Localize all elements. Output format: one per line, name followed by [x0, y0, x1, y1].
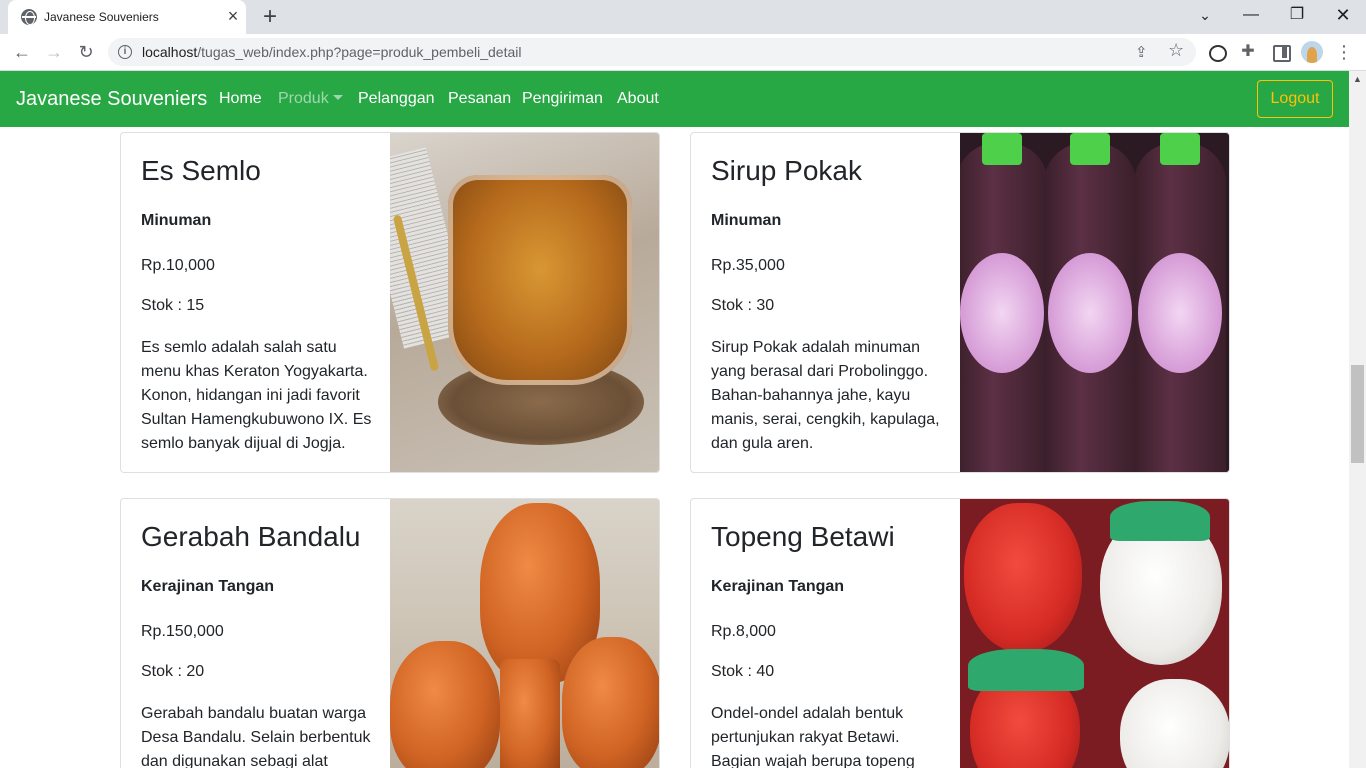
url-text[interactable]: localhost/tugas_web/index.php?page=produ… [142, 44, 521, 60]
product-category: Kerajinan Tangan [141, 578, 275, 595]
bottle-decor [1044, 133, 1136, 472]
product-card: Es Semlo Minuman Rp.10,000 Stok : 15 Es … [120, 132, 660, 473]
bookmark-star-icon[interactable]: ☆ [1168, 40, 1184, 61]
product-name: Topeng Betawi [711, 521, 895, 552]
url-path: /tugas_web/index.php?page=produk_pembeli… [197, 44, 522, 60]
mask-crown-decor [968, 649, 1084, 691]
browser-toolbar: ← → ↻ i localhost/tugas_web/index.php?pa… [0, 34, 1366, 71]
more-menu-icon[interactable]: ⋮ [1334, 40, 1354, 64]
bottle-cap-decor [1160, 133, 1200, 165]
product-category: Kerajinan Tangan [711, 578, 845, 595]
mask-crown-decor [1110, 501, 1210, 541]
nav-link-produk-label: Produk [278, 90, 329, 107]
product-description: Ondel-ondel adalah bentuk pertunjukan ra… [711, 705, 915, 768]
product-price: Rp.150,000 [141, 623, 224, 640]
product-category: Minuman [711, 212, 782, 229]
panda-extension-icon[interactable] [1204, 40, 1228, 64]
product-description: Es semlo adalah salah satu menu khas Ker… [141, 339, 372, 452]
site-info-icon[interactable]: i [118, 45, 132, 59]
address-bar[interactable]: i localhost/tugas_web/index.php?page=pro… [108, 38, 1196, 66]
share-icon[interactable]: ⇪ [1135, 43, 1148, 61]
red-mask-decor [964, 503, 1082, 653]
profile-avatar[interactable] [1301, 41, 1323, 63]
product-name: Sirup Pokak [711, 155, 862, 186]
back-arrow-icon[interactable]: ← [8, 38, 36, 66]
tab-title: Javanese Souveniers [44, 10, 159, 24]
bottle-cap-decor [1070, 133, 1110, 165]
new-tab-icon[interactable]: + [258, 3, 282, 31]
bottle-label-decor [1138, 253, 1222, 373]
product-stock: Stok : 40 [711, 663, 775, 680]
minimize-icon[interactable]: — [1228, 0, 1274, 30]
product-card: Topeng Betawi Kerajinan Tangan Rp.8,000 … [690, 498, 1230, 768]
dessert-glass-decor [448, 175, 632, 385]
product-name: Gerabah Bandalu [141, 521, 361, 552]
page-viewport: Javanese Souveniers Home Produk Pelangga… [0, 71, 1366, 768]
nav-link-pesanan[interactable]: Pesanan [448, 90, 511, 108]
product-stock: Stok : 30 [711, 297, 775, 314]
caret-down-icon [332, 95, 343, 100]
product-image [960, 133, 1229, 472]
browser-tab-strip: Javanese Souveniers × + ⌄ — ❐ ✕ [0, 0, 1366, 34]
product-card: Gerabah Bandalu Kerajinan Tangan Rp.150,… [120, 498, 660, 768]
bottle-label-decor [1048, 253, 1132, 373]
nav-link-about[interactable]: About [617, 90, 659, 108]
globe-icon [21, 9, 37, 25]
clay-pot-decor [562, 637, 659, 768]
product-description: Gerabah bandalu buatan warga Desa Bandal… [141, 705, 371, 768]
product-card: Sirup Pokak Minuman Rp.35,000 Stok : 30 … [690, 132, 1230, 473]
product-name: Es Semlo [141, 155, 261, 186]
close-tab-icon[interactable]: × [223, 6, 243, 26]
bottle-label-decor [960, 253, 1044, 373]
restore-icon[interactable]: ❐ [1274, 0, 1320, 30]
window-close-icon[interactable]: ✕ [1320, 0, 1366, 30]
browser-tab[interactable]: Javanese Souveniers × [8, 0, 246, 34]
product-category: Minuman [141, 212, 212, 229]
clay-pot-decor [500, 659, 560, 768]
product-image [960, 499, 1229, 768]
nav-link-pelanggan[interactable]: Pelanggan [358, 90, 435, 108]
clay-pot-decor [390, 641, 500, 768]
bottle-decor [960, 133, 1048, 472]
nav-link-pengiriman[interactable]: Pengiriman [522, 90, 603, 108]
product-price: Rp.8,000 [711, 623, 776, 640]
product-description: Sirup Pokak adalah minuman yang berasal … [711, 339, 940, 452]
nav-link-home[interactable]: Home [219, 90, 262, 108]
product-stock: Stok : 20 [141, 663, 205, 680]
product-image [390, 499, 659, 768]
scroll-up-arrow-icon[interactable]: ▲ [1349, 71, 1366, 88]
white-mask-decor [1120, 679, 1229, 768]
product-price: Rp.10,000 [141, 257, 215, 274]
logout-button[interactable]: Logout [1257, 80, 1333, 118]
reload-icon[interactable]: ↻ [72, 38, 100, 66]
side-panel-icon[interactable] [1268, 40, 1292, 64]
page-scrollbar[interactable]: ▲ [1349, 71, 1366, 768]
product-stock: Stok : 15 [141, 297, 205, 314]
url-host: localhost [142, 44, 198, 60]
scroll-thumb[interactable] [1351, 365, 1364, 463]
product-price: Rp.35,000 [711, 257, 785, 274]
bottle-cap-decor [982, 133, 1022, 165]
site-navbar: Javanese Souveniers Home Produk Pelangga… [0, 71, 1349, 127]
product-image [390, 133, 659, 472]
nav-link-produk[interactable]: Produk [278, 90, 343, 108]
extensions-puzzle-icon[interactable]: ✚ [1236, 40, 1260, 64]
tab-search-icon[interactable]: ⌄ [1182, 0, 1228, 30]
bottle-decor [1134, 133, 1226, 472]
forward-arrow-icon[interactable]: → [40, 38, 68, 66]
navbar-brand[interactable]: Javanese Souveniers [16, 88, 207, 111]
